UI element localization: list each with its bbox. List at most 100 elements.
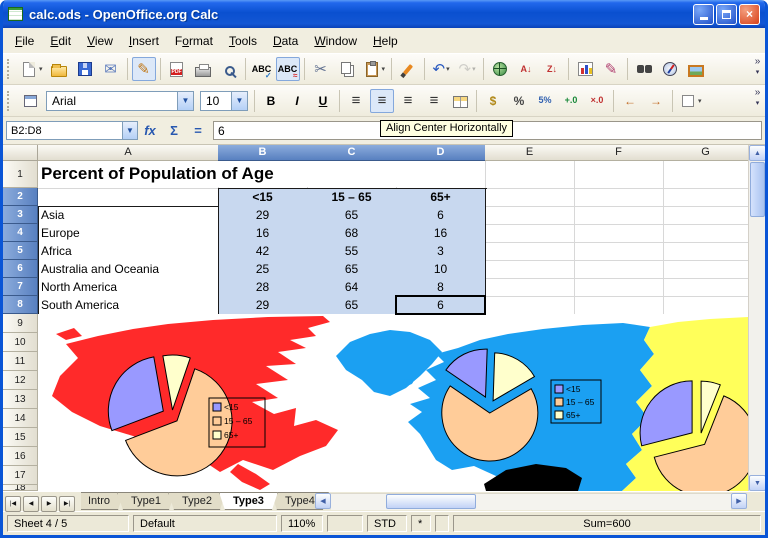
cell-g2[interactable] xyxy=(663,188,749,207)
cell-c8[interactable]: 65 xyxy=(307,296,397,315)
cell-e8[interactable] xyxy=(485,296,575,315)
cell-f1[interactable] xyxy=(574,161,664,189)
cell-c3[interactable]: 65 xyxy=(307,206,397,225)
toolbar-overflow-button[interactable]: »▾ xyxy=(751,57,764,77)
cell-a6[interactable]: Australia and Oceania xyxy=(38,260,219,279)
redo-button[interactable]: ↷▾ xyxy=(455,57,479,81)
row-header-13[interactable]: 13 xyxy=(3,390,38,409)
borders-dropdown-icon[interactable]: ▾ xyxy=(698,97,702,105)
scroll-up-icon[interactable]: ▲ xyxy=(749,145,765,161)
italic-button[interactable]: I xyxy=(285,89,309,113)
row-header-16[interactable]: 16 xyxy=(3,447,38,466)
cell-f5[interactable] xyxy=(574,242,664,261)
sheet-tab-type1[interactable]: Type1 xyxy=(117,492,175,510)
cell-g4[interactable] xyxy=(663,224,749,243)
cell-c4[interactable]: 68 xyxy=(307,224,397,243)
maximize-button[interactable] xyxy=(716,4,737,25)
row-header-12[interactable]: 12 xyxy=(3,371,38,390)
horizontal-scroll-track[interactable] xyxy=(331,493,731,510)
row-header-10[interactable]: 10 xyxy=(3,333,38,352)
cell-f6[interactable] xyxy=(574,260,664,279)
cell-c7[interactable]: 64 xyxy=(307,278,397,297)
function-button[interactable]: = xyxy=(186,123,210,138)
toolbar-overflow-button[interactable]: »▾ xyxy=(751,88,764,108)
cell-d3[interactable]: 6 xyxy=(396,206,486,225)
cell-c2[interactable]: 15 – 65 xyxy=(307,188,397,207)
vertical-scroll-thumb[interactable] xyxy=(750,162,765,217)
cell-c5[interactable]: 55 xyxy=(307,242,397,261)
select-all-corner[interactable] xyxy=(3,145,38,161)
toolbar-grip[interactable] xyxy=(7,59,13,79)
cell-a5[interactable]: Africa xyxy=(38,242,219,261)
scroll-right-icon[interactable]: ▶ xyxy=(731,493,747,509)
cell-b8[interactable]: 29 xyxy=(218,296,308,315)
menu-window[interactable]: Window xyxy=(306,30,365,52)
column-header-a[interactable]: A xyxy=(38,145,219,161)
sheet-tab-intro[interactable]: Intro xyxy=(81,492,124,510)
row-header-17[interactable]: 17 xyxy=(3,466,38,485)
bold-button[interactable]: B xyxy=(259,89,283,113)
column-header-c[interactable]: C xyxy=(307,145,397,161)
borders-button[interactable]: ▾ xyxy=(677,89,704,113)
redo-dropdown-icon[interactable]: ▾ xyxy=(472,65,476,73)
previous-sheet-button[interactable]: ◀ xyxy=(23,496,39,512)
cell-f2[interactable] xyxy=(574,188,664,207)
cell-g6[interactable] xyxy=(663,260,749,279)
cell-e1[interactable] xyxy=(485,161,575,189)
print-button[interactable] xyxy=(191,57,215,81)
font-size-combo-dropdown-icon[interactable]: ▼ xyxy=(231,92,247,110)
row-header-14[interactable]: 14 xyxy=(3,409,38,428)
column-header-f[interactable]: F xyxy=(574,145,664,161)
font-name-combo[interactable]: Arial▼ xyxy=(46,91,194,111)
cell-e6[interactable] xyxy=(485,260,575,279)
delete-decimal-button[interactable]: ×.0 xyxy=(585,89,609,113)
styles-button[interactable] xyxy=(18,89,42,113)
save-button[interactable] xyxy=(73,57,97,81)
merge-cells-button[interactable] xyxy=(448,89,472,113)
sort-descending-button[interactable]: Z↓ xyxy=(540,57,564,81)
menu-tools[interactable]: Tools xyxy=(221,30,265,52)
spellcheck-button[interactable]: ABC✓ xyxy=(250,57,274,81)
percent-format-button[interactable]: % xyxy=(507,89,531,113)
horizontal-scrollbar[interactable]: ◀ ▶ xyxy=(315,493,747,510)
horizontal-scroll-thumb[interactable] xyxy=(386,494,476,509)
row-header-5[interactable]: 5 xyxy=(3,242,38,260)
show-draw-functions-button[interactable]: ✎ xyxy=(599,57,623,81)
cell-a3[interactable]: Asia xyxy=(38,206,219,225)
cell-b6[interactable]: 25 xyxy=(218,260,308,279)
column-header-g[interactable]: G xyxy=(663,145,749,161)
menu-file[interactable]: File xyxy=(7,30,42,52)
paste-dropdown-icon[interactable]: ▾ xyxy=(382,65,386,73)
minimize-button[interactable] xyxy=(693,4,714,25)
page-preview-button[interactable] xyxy=(217,57,241,81)
cell-g8[interactable] xyxy=(663,296,749,315)
justified-button[interactable]: ≡ xyxy=(422,89,446,113)
name-box[interactable]: B2:D8 ▼ xyxy=(6,121,138,140)
currency-format-button[interactable]: $ xyxy=(481,89,505,113)
row-header-8[interactable]: 8 xyxy=(3,296,38,314)
cell-b2[interactable]: <15 xyxy=(218,188,308,207)
cell-a7[interactable]: North America xyxy=(38,278,219,297)
cell-d4[interactable]: 16 xyxy=(396,224,486,243)
scroll-left-icon[interactable]: ◀ xyxy=(315,493,331,509)
autospellcheck-button[interactable]: ABC≈ xyxy=(276,57,300,81)
increase-indent-button[interactable]: → xyxy=(644,89,668,113)
edit-file-button[interactable]: ✎ xyxy=(132,57,156,81)
cell-g1[interactable] xyxy=(663,161,749,189)
font-name-combo-dropdown-icon[interactable]: ▼ xyxy=(177,92,193,110)
row-header-11[interactable]: 11 xyxy=(3,352,38,371)
cell-g5[interactable] xyxy=(663,242,749,261)
row-header-15[interactable]: 15 xyxy=(3,428,38,447)
row-header-6[interactable]: 6 xyxy=(3,260,38,278)
population-map-chart[interactable]: <1515 – 6565+<1515 – 6565+ xyxy=(38,314,748,491)
cell-b7[interactable]: 28 xyxy=(218,278,308,297)
cut-button[interactable]: ✂ xyxy=(309,57,333,81)
menu-help[interactable]: Help xyxy=(365,30,406,52)
cell-f7[interactable] xyxy=(574,278,664,297)
underline-button[interactable]: U xyxy=(311,89,335,113)
row-header-2[interactable]: 2 xyxy=(3,188,38,206)
align-center-button[interactable]: ≡ xyxy=(370,89,394,113)
sum-button[interactable]: Σ xyxy=(162,123,186,138)
sort-ascending-button[interactable]: A↓ xyxy=(514,57,538,81)
cell-d2[interactable]: 65+ xyxy=(396,188,486,207)
